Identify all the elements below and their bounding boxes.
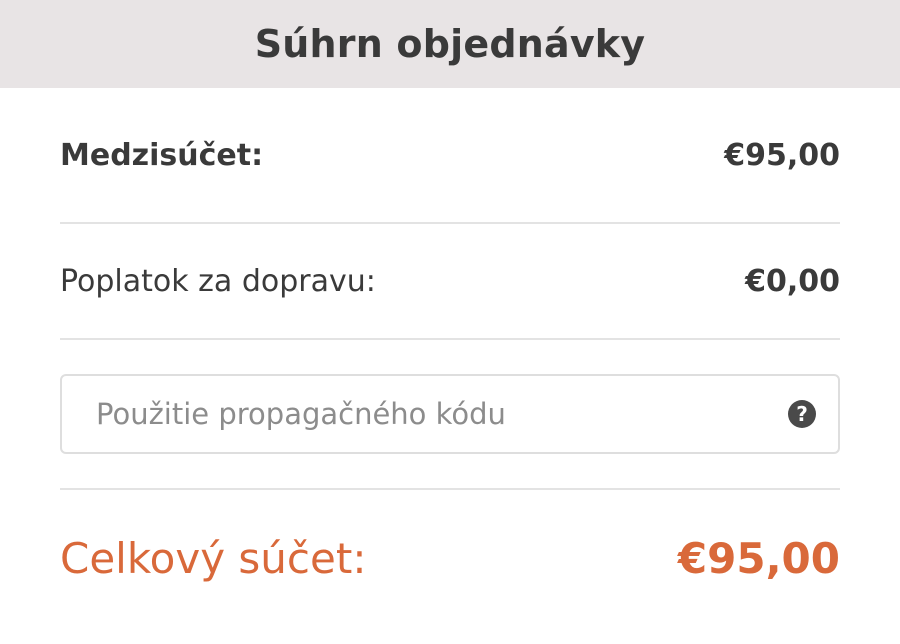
- total-label: Celkový súčet:: [60, 533, 367, 583]
- promo-section: ?: [60, 340, 840, 490]
- summary-body: Medzisúčet: €95,00 Poplatok za dopravu: …: [0, 88, 900, 626]
- question-circle-icon[interactable]: ?: [788, 400, 816, 428]
- subtotal-value: €95,00: [724, 137, 840, 173]
- shipping-value: €0,00: [745, 263, 840, 299]
- total-row: Celkový súčet: €95,00: [60, 490, 840, 626]
- order-summary-panel: Súhrn objednávky Medzisúčet: €95,00 Popl…: [0, 0, 900, 644]
- subtotal-row: Medzisúčet: €95,00: [60, 88, 840, 224]
- promo-code-input[interactable]: [96, 397, 788, 431]
- promo-code-field[interactable]: ?: [60, 374, 840, 454]
- page-title: Súhrn objednávky: [254, 22, 646, 66]
- summary-header: Súhrn objednávky: [0, 0, 900, 88]
- total-value: €95,00: [677, 533, 840, 583]
- shipping-row: Poplatok za dopravu: €0,00: [60, 224, 840, 340]
- subtotal-label: Medzisúčet:: [60, 137, 264, 173]
- shipping-label: Poplatok za dopravu:: [60, 263, 376, 299]
